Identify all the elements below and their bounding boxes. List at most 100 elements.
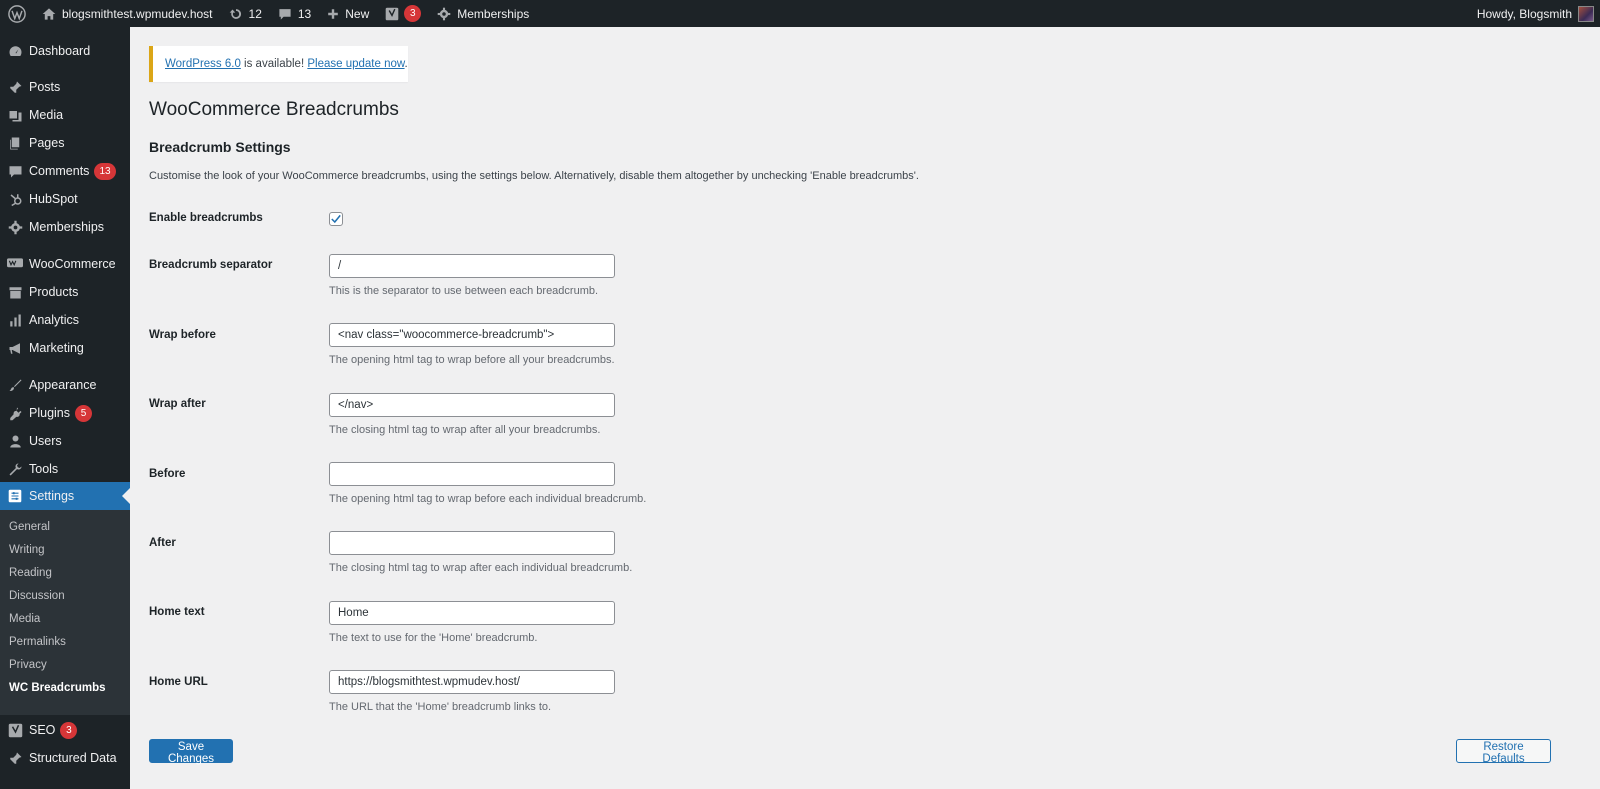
submenu-item-discussion[interactable]: Discussion bbox=[9, 586, 65, 606]
site-name-link[interactable]: blogsmithtest.wpmudev.host bbox=[34, 0, 221, 27]
brush-icon bbox=[7, 377, 23, 393]
before-label: Before bbox=[149, 468, 186, 480]
bar-chart-icon bbox=[7, 312, 23, 328]
checkmark-icon bbox=[331, 214, 341, 224]
submenu-item-wc-breadcrumbs[interactable]: WC Breadcrumbs bbox=[9, 678, 106, 698]
megaphone-icon bbox=[7, 340, 23, 356]
howdy-text: Howdy, Blogsmith bbox=[1476, 6, 1572, 21]
home-url-input[interactable] bbox=[329, 670, 615, 694]
updates-count: 12 bbox=[248, 6, 262, 21]
submenu-item-writing[interactable]: Writing bbox=[9, 540, 45, 560]
wordpress-version-link[interactable]: WordPress 6.0 bbox=[165, 58, 241, 70]
yoast-icon bbox=[385, 7, 399, 20]
new-label: New bbox=[345, 6, 370, 21]
home-text-label: Home text bbox=[149, 606, 205, 618]
site-name: blogsmithtest.wpmudev.host bbox=[62, 6, 213, 21]
new-content-link[interactable]: New bbox=[319, 0, 377, 27]
sidebar-item-analytics[interactable]: Analytics bbox=[0, 306, 130, 334]
section-title: Breadcrumb Settings bbox=[149, 139, 291, 155]
submenu-item-privacy[interactable]: Privacy bbox=[9, 655, 47, 675]
sidebar-item-woocommerce[interactable]: WooCommerce bbox=[0, 250, 130, 278]
sidebar-item-users[interactable]: Users bbox=[0, 427, 130, 455]
wrap-before-hint: The opening html tag to wrap before all … bbox=[329, 354, 615, 366]
sidebar-item-posts[interactable]: Posts bbox=[0, 73, 130, 101]
comment-icon bbox=[7, 163, 23, 179]
submenu-item-general[interactable]: General bbox=[9, 517, 50, 537]
submenu-item-permalinks[interactable]: Permalinks bbox=[9, 632, 66, 652]
breadcrumb-separator-label: Breadcrumb separator bbox=[149, 259, 273, 271]
woo-icon bbox=[7, 256, 23, 272]
wrap-after-label: Wrap after bbox=[149, 398, 206, 410]
section-description: Customise the look of your WooCommerce b… bbox=[149, 170, 919, 182]
seo-menu-link[interactable]: 3 bbox=[377, 0, 429, 27]
update-now-link[interactable]: Please update now bbox=[307, 58, 404, 70]
page-title: WooCommerce Breadcrumbs bbox=[149, 99, 399, 120]
sidebar-item-settings[interactable]: Settings bbox=[0, 482, 130, 510]
avatar bbox=[1578, 5, 1594, 22]
wrench-icon bbox=[7, 461, 23, 477]
my-account-link[interactable]: Howdy, Blogsmith bbox=[1476, 5, 1600, 22]
submenu-item-reading[interactable]: Reading bbox=[9, 563, 52, 583]
sidebar-item-seo[interactable]: SEO 3 bbox=[0, 716, 130, 744]
seo-badge: 3 bbox=[404, 5, 422, 22]
after-label: After bbox=[149, 537, 176, 549]
wordpress-logo-button[interactable] bbox=[0, 0, 34, 27]
dashboard-icon bbox=[7, 43, 23, 59]
wrap-before-input[interactable] bbox=[329, 323, 615, 347]
sidebar-item-memberships[interactable]: Memberships bbox=[0, 213, 130, 241]
after-hint: The closing html tag to wrap after each … bbox=[329, 562, 633, 574]
sidebar-item-comments[interactable]: Comments 13 bbox=[0, 157, 130, 185]
breadcrumb-separator-hint: This is the separator to use between eac… bbox=[329, 285, 599, 297]
sidebar-item-plugins[interactable]: Plugins 5 bbox=[0, 399, 130, 427]
sidebar-item-pages[interactable]: Pages bbox=[0, 129, 130, 157]
restore-defaults-button[interactable]: Restore Defaults bbox=[1456, 739, 1551, 765]
sidebar-item-hubspot[interactable]: HubSpot bbox=[0, 185, 130, 213]
sidebar-item-marketing[interactable]: Marketing bbox=[0, 334, 130, 362]
comments-badge: 13 bbox=[94, 162, 116, 180]
updates-link[interactable]: 12 bbox=[221, 0, 270, 27]
sidebar-item-products[interactable]: Products bbox=[0, 278, 130, 306]
enable-breadcrumbs-checkbox[interactable] bbox=[329, 212, 343, 226]
submenu-item-media[interactable]: Media bbox=[9, 609, 40, 629]
save-changes-button[interactable]: Save Changes bbox=[149, 739, 233, 765]
admin-sidebar: Dashboard Posts Media Pages Comments 13 … bbox=[0, 27, 130, 789]
seo-badge: 3 bbox=[60, 721, 78, 739]
before-input[interactable] bbox=[329, 462, 615, 486]
sidebar-item-tools[interactable]: Tools bbox=[0, 455, 130, 483]
pin-icon bbox=[7, 750, 23, 766]
sidebar-item-structured-data[interactable]: Structured Data bbox=[0, 744, 130, 772]
gear-icon bbox=[437, 7, 451, 20]
plugins-badge: 5 bbox=[75, 404, 92, 422]
pages-icon bbox=[7, 135, 23, 151]
current-menu-arrow bbox=[122, 488, 130, 504]
wrap-after-hint: The closing html tag to wrap after all y… bbox=[329, 424, 601, 436]
admin-bar: blogsmithtest.wpmudev.host 12 13 New 3 M… bbox=[0, 0, 1600, 27]
home-text-input[interactable] bbox=[329, 601, 615, 625]
after-input[interactable] bbox=[329, 531, 615, 555]
home-text-hint: The text to use for the 'Home' breadcrum… bbox=[329, 632, 538, 644]
memberships-link[interactable]: Memberships bbox=[429, 0, 537, 27]
notice-text: is available! bbox=[240, 58, 308, 70]
before-hint: The opening html tag to wrap before each… bbox=[329, 493, 647, 505]
comment-icon bbox=[279, 8, 291, 20]
wordpress-icon bbox=[8, 4, 26, 23]
home-icon bbox=[42, 7, 56, 20]
gear-icon bbox=[7, 219, 23, 235]
sidebar-item-appearance[interactable]: Appearance bbox=[0, 371, 130, 399]
user-icon bbox=[7, 433, 23, 449]
archive-icon bbox=[7, 284, 23, 300]
plug-icon bbox=[7, 405, 23, 421]
breadcrumb-separator-input[interactable] bbox=[329, 254, 615, 278]
enable-breadcrumbs-label: Enable breadcrumbs bbox=[149, 212, 263, 224]
comments-count: 13 bbox=[297, 6, 312, 21]
home-url-label: Home URL bbox=[149, 676, 208, 688]
wrap-after-input[interactable] bbox=[329, 393, 615, 417]
memberships-label: Memberships bbox=[457, 6, 530, 21]
plus-icon bbox=[328, 8, 339, 19]
sidebar-item-dashboard[interactable]: Dashboard bbox=[0, 37, 130, 65]
media-icon bbox=[7, 107, 23, 123]
comments-link[interactable]: 13 bbox=[270, 0, 319, 27]
hubspot-icon bbox=[7, 191, 23, 207]
sidebar-item-media[interactable]: Media bbox=[0, 101, 130, 129]
update-notice: WordPress 6.0 is available! Please updat… bbox=[149, 46, 408, 82]
